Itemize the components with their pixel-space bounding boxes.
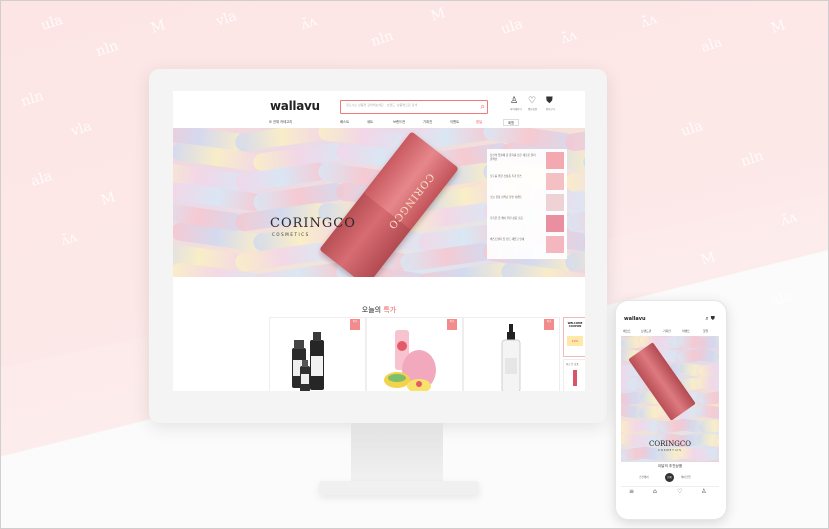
mobile-hero-brand-subtitle: COSMETICS	[658, 449, 682, 452]
filter-makeup[interactable]: 메이크업	[681, 475, 691, 479]
coupon-title: WELCOME COUPON	[567, 322, 583, 328]
tab-best[interactable]: 베스트	[623, 329, 631, 333]
filter-all-button[interactable]: 전체	[665, 473, 674, 482]
tab-exhibition[interactable]: 기획전	[663, 329, 671, 333]
bag-icon[interactable]: ⛊	[711, 315, 715, 322]
desktop-screen: wallavu 찾으시는 상품을 검색해보세요 · 브랜드, 상품명으로 검색 …	[173, 91, 585, 391]
mobile-logo[interactable]: wallavu	[624, 316, 646, 322]
monitor-stand-neck	[351, 423, 443, 485]
nav-member-button[interactable]: 회원	[503, 119, 520, 126]
mockup-stage: ula nln Mvla ʌ̃ʌ nln Mula ʌ̃ʌ ʌ̃ʌ ala Mnln vla ala M…	[0, 0, 829, 529]
welcome-coupon[interactable]: WELCOME COUPON 10%	[563, 317, 585, 357]
side-item[interactable]: 당신의 입술에 봄 향기를 담은 새로운 컬러 컬렉션	[490, 151, 564, 171]
coupon-value: 10%	[567, 336, 583, 346]
nav-item-brand[interactable]: 브랜드관	[393, 119, 405, 124]
heart-icon[interactable]: ♡ 찜한상품	[528, 96, 537, 111]
nav-item-best[interactable]: 베스트	[340, 119, 349, 124]
site-header: wallavu 찾으시는 상품을 검색해보세요 · 브랜드, 상품명으로 검색 …	[173, 91, 585, 128]
user-icon[interactable]: ♙ 마이페이지	[510, 96, 522, 111]
product-card[interactable]: 특가	[366, 317, 463, 391]
mobile-tabs: 베스트 브랜드관 기획전 이벤트 핫딜	[621, 328, 719, 335]
section-title: 오늘의 특가	[361, 306, 397, 314]
hero-side-panel: 당신의 입술에 봄 향기를 담은 새로운 컬러 컬렉션 모두를 위한 신상품 특…	[487, 149, 567, 259]
mobile-hero-brand: CORINGCO	[649, 440, 691, 448]
heart-icon[interactable]: ♡	[677, 487, 682, 495]
product-cards: 특가 특가 특가	[269, 317, 560, 391]
mobile-screen: wallavu ⌕ ⛊ 베스트 브랜드관 기획전 이벤트 핫딜 CORINGCO…	[621, 312, 719, 495]
side-item[interactable]: 모두를 위한 신상품 특가 찬스	[490, 172, 564, 192]
hero-brand-title: CORINGCO	[270, 216, 356, 231]
search-icon[interactable]: ⌕	[705, 315, 708, 322]
tab-hotdeal[interactable]: 핫딜	[703, 329, 708, 333]
sale-badge: 특가	[447, 319, 457, 330]
product-card[interactable]: 특가	[269, 317, 366, 391]
search-placeholder: 찾으시는 상품을 검색해보세요 · 브랜드, 상품명으로 검색	[346, 103, 418, 107]
recent-products[interactable]: 최근 본 상품	[563, 359, 585, 391]
recent-products-label: 최근 본 상품	[566, 363, 579, 366]
sale-badge: 특가	[350, 319, 360, 330]
nav-item-hotdeal[interactable]: 핫딜	[476, 119, 482, 124]
product-card[interactable]: 특가	[463, 317, 560, 391]
mobile-bottom-bar: ≡ ⌂ ♡ ♙	[621, 486, 719, 495]
tab-brand[interactable]: 브랜드관	[641, 329, 651, 333]
nav-item-event[interactable]: 이벤트	[450, 119, 459, 124]
home-icon[interactable]: ⌂	[653, 487, 657, 495]
tab-event[interactable]: 이벤트	[682, 329, 690, 333]
hero-banner[interactable]: CORINGCO CORINGCO COSMETICS 당신의 입술에 봄 향기…	[173, 128, 585, 277]
main-nav: ☰ 전체 카테고리 베스트 세트 브랜드관 기획전 이벤트 핫딜 회원	[269, 119, 569, 127]
sale-badge: 특가	[544, 319, 554, 330]
category-menu-button[interactable]: ☰ 전체 카테고리	[269, 119, 292, 124]
mobile-filter-row: 스킨케어 전체 메이크업	[639, 473, 701, 482]
monitor-stand-base	[319, 481, 479, 495]
mobile-header-icons: ⌕ ⛊	[705, 315, 715, 323]
search-box[interactable]: 찾으시는 상품을 검색해보세요 · 브랜드, 상품명으로 검색 ⌕	[340, 100, 488, 114]
filter-skincare[interactable]: 스킨케어	[639, 475, 649, 479]
site-logo[interactable]: wallavu	[270, 99, 320, 113]
menu-icon[interactable]: ≡	[629, 487, 634, 495]
mobile-hero-banner[interactable]: CORINGCO COSMETICS	[621, 336, 719, 462]
header-icons: ♙ 마이페이지 ♡ 찜한상품 ⛊ 장바구니	[510, 96, 564, 116]
side-item[interactable]: 베스트셀러 립 틴트 재입고 안내	[490, 235, 564, 255]
side-item[interactable]: 오늘 한정 선착순 할인 이벤트	[490, 193, 564, 213]
nav-item-exhibition[interactable]: 기획전	[423, 119, 432, 124]
user-icon[interactable]: ♙	[701, 487, 706, 495]
side-item[interactable]: 촉촉한 립 케어 추천 상품 모음	[490, 214, 564, 234]
nav-item-set[interactable]: 세트	[367, 119, 373, 124]
hero-brand-subtitle: COSMETICS	[272, 232, 310, 237]
bag-icon[interactable]: ⛊ 장바구니	[546, 96, 555, 111]
search-icon[interactable]: ⌕	[481, 101, 485, 112]
mobile-section-title: 이달의 추천상품	[657, 464, 683, 468]
